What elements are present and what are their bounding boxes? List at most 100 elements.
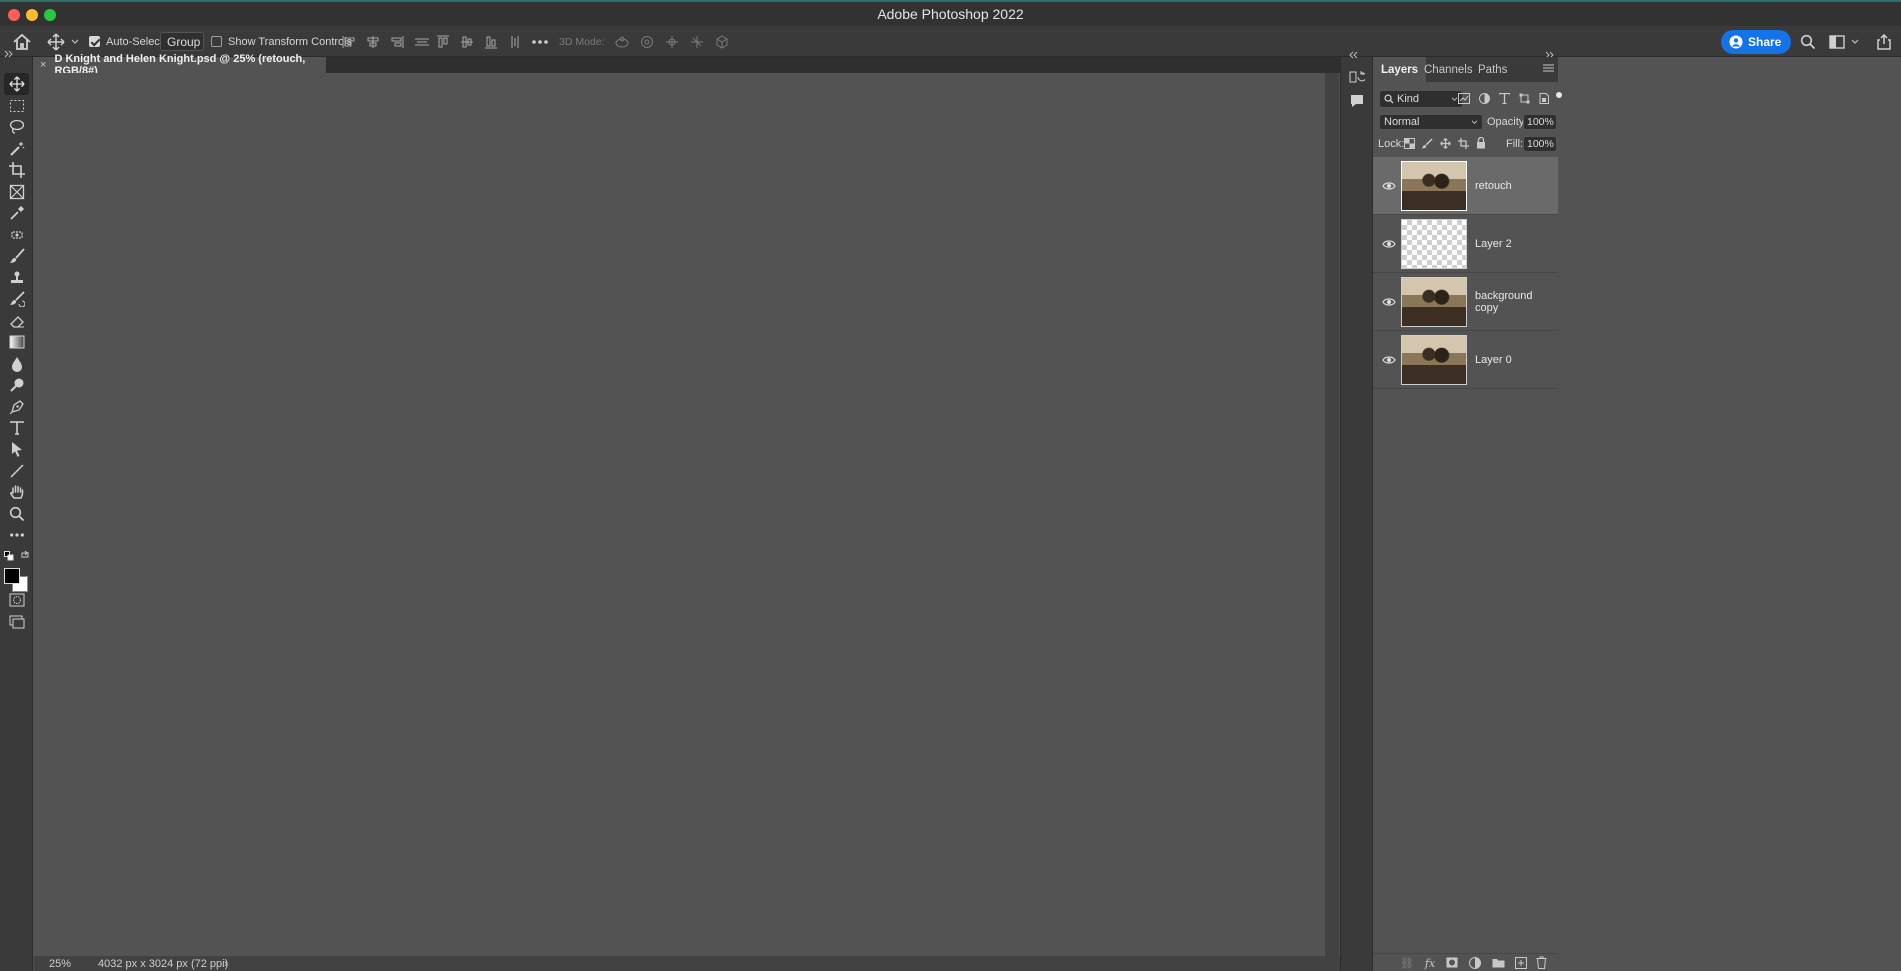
home-button[interactable] xyxy=(12,26,32,57)
3d-roll-icon[interactable] xyxy=(639,35,655,49)
3d-slide-icon[interactable] xyxy=(689,35,705,49)
path-selection-tool[interactable] xyxy=(4,438,29,460)
comments-panel-button[interactable] xyxy=(1349,93,1365,109)
foreground-color-swatch[interactable] xyxy=(4,568,20,584)
workspace-switcher[interactable] xyxy=(1829,26,1859,57)
filter-adjustment-icon[interactable] xyxy=(1479,93,1490,104)
delete-layer-icon[interactable] xyxy=(1536,956,1547,969)
new-adjustment-layer-icon[interactable] xyxy=(1469,957,1481,969)
eye-icon[interactable] xyxy=(1382,179,1396,193)
layer-name[interactable]: Layer 2 xyxy=(1475,215,1512,273)
layer-name[interactable]: background copy xyxy=(1475,273,1558,331)
distribute-horizontal-icon[interactable] xyxy=(508,35,522,49)
quick-mask-button[interactable] xyxy=(4,589,29,611)
status-menu-arrow-icon[interactable]: › xyxy=(224,958,228,970)
close-document-icon[interactable]: × xyxy=(40,59,46,71)
opacity-input[interactable]: 100% xyxy=(1523,114,1557,130)
blend-mode-dropdown[interactable]: Normal xyxy=(1379,114,1483,130)
add-mask-icon[interactable] xyxy=(1446,957,1458,968)
close-window-button[interactable] xyxy=(8,9,20,21)
document-canvas[interactable] xyxy=(34,73,1325,956)
filter-type-icon[interactable] xyxy=(1499,93,1510,104)
lock-transparent-pixels-icon[interactable] xyxy=(1404,138,1415,149)
eye-icon[interactable] xyxy=(1382,237,1396,251)
distribute-vertical-icon[interactable] xyxy=(414,35,430,49)
hand-tool[interactable] xyxy=(4,481,29,503)
link-layers-icon[interactable]: ⛓ xyxy=(1400,956,1414,970)
tab-paths[interactable]: Paths xyxy=(1478,57,1507,82)
filter-toggle-switch[interactable] xyxy=(1555,91,1563,99)
auto-select-target-dropdown[interactable]: Group xyxy=(160,32,204,51)
eraser-tool[interactable] xyxy=(4,310,29,332)
panel-menu-button[interactable] xyxy=(1543,63,1554,73)
3d-orbit-icon[interactable] xyxy=(614,35,630,49)
layer-row[interactable]: retouch xyxy=(1373,157,1558,215)
tab-channels[interactable]: Channels xyxy=(1424,57,1473,82)
layer-row[interactable]: background copy xyxy=(1373,273,1558,331)
new-group-icon[interactable] xyxy=(1492,957,1505,968)
document-tab[interactable]: × D Knight and Helen Knight.psd @ 25% (r… xyxy=(34,53,326,77)
show-transform-controls-checkbox[interactable] xyxy=(211,36,222,47)
minimize-window-button[interactable] xyxy=(26,9,38,21)
lock-all-icon[interactable] xyxy=(1476,137,1486,149)
gradient-tool[interactable] xyxy=(4,331,29,353)
healing-brush-tool[interactable] xyxy=(4,224,29,246)
blur-tool[interactable] xyxy=(4,353,29,375)
lock-artboard-icon[interactable] xyxy=(1458,138,1469,149)
lock-position-icon[interactable] xyxy=(1440,138,1451,149)
tab-layers[interactable]: Layers xyxy=(1373,57,1427,82)
align-vertical-centers-icon[interactable] xyxy=(460,35,474,49)
brush-tool[interactable] xyxy=(4,245,29,267)
line-tool[interactable] xyxy=(4,460,29,482)
expand-panels-icon[interactable] xyxy=(1349,51,1359,59)
align-bottom-edges-icon[interactable] xyxy=(484,35,498,49)
auto-select-checkbox[interactable] xyxy=(89,36,100,47)
eye-icon[interactable] xyxy=(1382,295,1396,309)
lock-image-pixels-icon[interactable] xyxy=(1422,138,1433,149)
layer-style-icon[interactable]: fx xyxy=(1423,956,1437,970)
more-options-button[interactable] xyxy=(531,26,549,57)
3d-scale-icon[interactable] xyxy=(714,34,730,49)
magic-wand-tool[interactable] xyxy=(4,138,29,160)
new-layer-icon[interactable] xyxy=(1515,957,1527,969)
align-horizontal-centers-icon[interactable] xyxy=(366,35,380,49)
zoom-tool[interactable] xyxy=(4,503,29,525)
edit-toolbar-button[interactable] xyxy=(4,524,29,546)
export-button[interactable] xyxy=(1876,26,1892,57)
crop-tool[interactable] xyxy=(4,159,29,181)
filter-shape-icon[interactable] xyxy=(1519,93,1530,104)
search-button[interactable] xyxy=(1800,26,1816,57)
layer-row[interactable]: Layer 2 xyxy=(1373,215,1558,273)
clone-stamp-tool[interactable] xyxy=(4,267,29,289)
lasso-tool[interactable] xyxy=(4,116,29,138)
share-button[interactable]: Share xyxy=(1721,29,1792,54)
fill-input[interactable]: 100% xyxy=(1523,136,1557,152)
eyedropper-tool[interactable] xyxy=(4,202,29,224)
swap-colors-icon[interactable] xyxy=(20,550,30,560)
marquee-tool[interactable] xyxy=(4,95,29,117)
filter-pixel-icon[interactable] xyxy=(1458,93,1470,104)
3d-pan-icon[interactable] xyxy=(664,35,680,49)
dodge-tool[interactable] xyxy=(4,374,29,396)
collapse-toolbar-icon[interactable] xyxy=(4,50,14,58)
move-tool[interactable] xyxy=(4,73,29,95)
default-colors-icon[interactable] xyxy=(4,551,14,561)
layer-name[interactable]: retouch xyxy=(1475,157,1512,215)
pen-tool[interactable] xyxy=(4,396,29,418)
zoom-window-button[interactable] xyxy=(44,9,56,21)
layer-name[interactable]: Layer 0 xyxy=(1475,331,1512,389)
align-left-edges-icon[interactable] xyxy=(342,35,356,49)
history-brush-tool[interactable] xyxy=(4,288,29,310)
history-panel-button[interactable] xyxy=(1349,69,1365,85)
align-top-edges-icon[interactable] xyxy=(436,35,450,49)
layer-row[interactable]: Layer 0 xyxy=(1373,331,1558,389)
vertical-scrollbar[interactable] xyxy=(1325,73,1339,956)
filter-kind-dropdown[interactable]: Kind xyxy=(1379,90,1463,108)
screen-mode-button[interactable] xyxy=(4,611,29,633)
eye-icon[interactable] xyxy=(1382,353,1396,367)
frame-tool[interactable] xyxy=(4,181,29,203)
filter-smart-object-icon[interactable] xyxy=(1539,93,1549,104)
align-right-edges-icon[interactable] xyxy=(390,35,404,49)
type-tool[interactable] xyxy=(4,417,29,439)
zoom-level[interactable]: 25% xyxy=(49,958,71,970)
